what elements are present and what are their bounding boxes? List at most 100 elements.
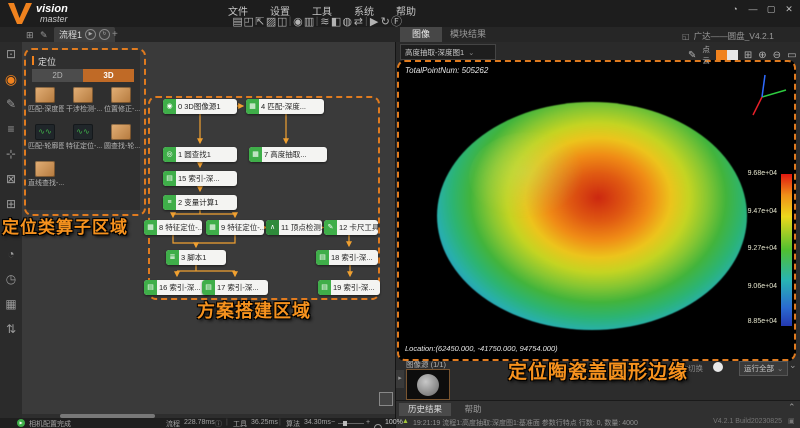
status-separator: | — [226, 419, 228, 426]
tab-flow1[interactable]: 流程1 ▶ ↻ — [54, 27, 116, 42]
chevron-down-icon: ⌄ — [468, 47, 475, 57]
axis-triad-icon — [752, 74, 787, 116]
ratio-1to1-icon[interactable]: ▭ — [787, 50, 796, 61]
run-loop-flow-icon[interactable]: ↻ — [99, 29, 111, 40]
flow-node-vertex-detect[interactable]: ∧ 11 顶点检测1 — [266, 220, 322, 235]
lightbar-icon[interactable]: ▥ — [304, 15, 315, 28]
folder-icon: ◱ — [682, 31, 690, 41]
run-mode-select[interactable]: 运行全部 ⌄ — [739, 361, 789, 376]
pointcloud-blob — [437, 102, 747, 330]
comm-category-icon[interactable]: ⇅ — [0, 317, 22, 342]
solution-name: 广达——圆盘_V4.2.1 — [693, 31, 774, 41]
flow-node-circle-find[interactable]: ◎ 1 圆查找1 — [163, 147, 237, 162]
device-icon[interactable]: ◧ — [330, 15, 341, 28]
zoom-in-icon[interactable]: ⊕ — [758, 50, 766, 61]
collapse-panel-icon[interactable]: ⌃ — [788, 402, 796, 413]
minimize-icon[interactable]: — — [746, 4, 760, 15]
tab-history[interactable]: 历史结果 — [399, 403, 451, 416]
defect-category-icon[interactable]: ⊠ — [0, 167, 22, 192]
zoom-out-icon[interactable]: ⊖ — [773, 50, 781, 61]
camera-icon[interactable]: ◉ — [292, 15, 303, 28]
palette-region-border — [24, 48, 146, 216]
metric-flow-value: 228.78ms — [184, 419, 215, 426]
info-icon[interactable]: ⓘ — [215, 419, 222, 428]
flow-node-variable-calc[interactable]: ≡ 2 变量计算1 — [163, 195, 237, 210]
view-mode-toggle[interactable] — [715, 50, 738, 60]
run-loop-icon[interactable]: ↻ — [380, 15, 391, 28]
node-icon: ◎ — [163, 147, 176, 162]
zoom-slider-track[interactable] — [338, 423, 364, 424]
flow-node-match-depth[interactable]: ▦ 4 匹配-深度... — [246, 99, 324, 114]
run-status-icon[interactable]: ▶ — [17, 419, 25, 427]
flow-node-index-17[interactable]: ▤ 17 索引-深... — [202, 280, 268, 295]
flow-node-caliper[interactable]: ✎ 12 卡尺工具1 — [324, 220, 378, 235]
open-icon[interactable]: ◰ — [243, 15, 254, 28]
history-log-entry[interactable]: 19:21:19 流程1:高度抽取:深度图1:基准面 参数行特点 行数: 0, … — [413, 418, 683, 428]
metric-algo-value: 34.30ms — [304, 419, 331, 426]
title-bar: vision master 文件 设置 工具 系统 帮助 ▤ ◰ ⇱ ▨ ◫ |… — [0, 0, 800, 28]
flow-node-script[interactable]: ≣ 3 脚本1 — [166, 250, 226, 265]
flow-node-feature-locate-8[interactable]: ▦ 8 特征定位-... — [144, 220, 202, 235]
flow-edit-icon[interactable]: ✎ — [40, 30, 48, 41]
zoom-plus-button[interactable]: + — [366, 419, 370, 426]
close-icon[interactable]: ✕ — [782, 4, 796, 15]
strip-chevron-icon[interactable]: ⌄ — [789, 360, 797, 371]
flow-node-image-source[interactable]: ◉ 0 3D图像源1 — [163, 99, 237, 114]
flow-node-index-19[interactable]: ▤ 19 索引-深... — [318, 280, 380, 295]
colorbar-label: 9.47e+04 — [747, 208, 777, 215]
zoom-slider-handle[interactable] — [343, 421, 347, 426]
system-category-icon[interactable]: ▦ — [0, 292, 22, 317]
io-icon[interactable]: ⇄ — [353, 15, 364, 28]
network-icon[interactable]: ◍ — [342, 15, 353, 28]
history-panel: 历史结果 帮助 ⌃ ▲ 19:21:19 流程1:高度抽取:深度图1:基准面 参… — [395, 400, 800, 428]
result-source-select[interactable]: 高度抽取-深度图1 ⌄ — [400, 44, 496, 60]
fit-view-icon[interactable]: ⊞ — [744, 50, 752, 61]
status-bar: ▶ 相机配置完成 流程 228.78ms ⓘ | 工具 36.25ms | 算法… — [0, 418, 403, 428]
tab-module-result[interactable]: 模块结果 — [442, 27, 494, 42]
flow-manage-icon[interactable]: ⊞ — [26, 30, 34, 41]
annotation-viewport-region: 定位陶瓷盖圆形边缘 — [508, 362, 689, 383]
window-controls: ◔ — ▢ ✕ — [728, 4, 796, 15]
image-icon[interactable]: ▨ — [265, 15, 276, 28]
flow-node-height-extract[interactable]: ▦ 7 高度抽取... — [249, 147, 327, 162]
flow-node-index-18[interactable]: ▤ 18 索引-深... — [316, 250, 378, 265]
pointcloud-viewport[interactable]: TotalPointNum: 505262 Location:(62450.00… — [397, 60, 796, 361]
chevron-down-icon: ⌄ — [777, 364, 784, 373]
flow-node-feature-locate-9[interactable]: ▦ 9 特征定位-... — [206, 220, 264, 235]
annotation-build-region: 方案搭建区域 — [197, 301, 311, 321]
align-category-icon[interactable]: ⊹ — [0, 142, 22, 167]
colorbar-label: 9.06e+04 — [747, 283, 777, 290]
acquire-category-icon[interactable]: ⊡ — [0, 42, 22, 67]
add-flow-button[interactable]: + — [112, 29, 118, 40]
locate-category-icon[interactable]: ◉ — [0, 67, 22, 92]
run-once-flow-icon[interactable]: ▶ — [85, 29, 97, 40]
tab-image[interactable]: 图像 — [400, 27, 442, 42]
flow-node-index-15[interactable]: ▤ 15 索引-深... — [163, 171, 237, 186]
measure-category-icon[interactable]: ≡ — [0, 117, 22, 142]
tab-help[interactable]: 帮助 — [453, 403, 493, 416]
maximize-icon[interactable]: ▢ — [764, 4, 778, 15]
total-points-label: TotalPointNum: 505262 — [405, 66, 489, 75]
image-category-icon[interactable]: ✎ — [0, 92, 22, 117]
zoom-minus-button[interactable]: − — [331, 419, 335, 426]
metric-tool-value: 36.25ms — [251, 419, 278, 426]
logo-line2: master — [40, 14, 68, 24]
collapse-strip-icon[interactable]: ▸ — [396, 370, 404, 388]
logic-category-icon[interactable]: ◷ — [0, 267, 22, 292]
panel-icon[interactable]: ◫ — [277, 15, 288, 28]
navigator-toggle-icon[interactable] — [379, 392, 393, 406]
comm-icon[interactable]: ≋ — [319, 15, 330, 28]
run-once-icon[interactable]: ▶ — [369, 15, 380, 28]
monitor-icon[interactable]: ◔ — [728, 4, 742, 15]
node-icon: ✎ — [324, 220, 337, 235]
status-message: 相机配置完成 — [29, 421, 71, 428]
node-icon: ▦ — [249, 147, 262, 162]
flow-node-index-16[interactable]: ▤ 16 索引-深... — [144, 280, 210, 295]
edit-pencil-icon[interactable]: ✎ — [688, 50, 696, 61]
export-icon[interactable]: ⇱ — [254, 15, 265, 28]
flow-tab-label: 流程1 — [59, 30, 83, 40]
save-icon[interactable]: ▤ — [232, 15, 243, 28]
color-category-icon[interactable]: ◔ — [0, 242, 22, 267]
pointcloud-highlight — [469, 132, 589, 222]
image-source-thumbnail[interactable] — [406, 369, 450, 400]
